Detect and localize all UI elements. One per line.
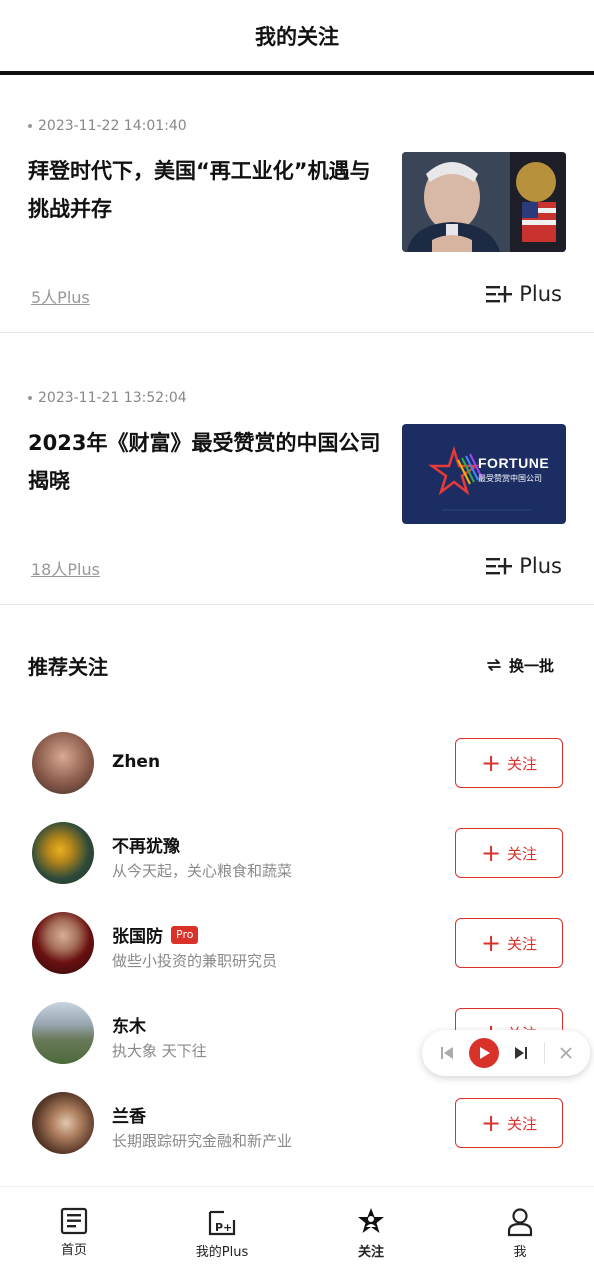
follow-button[interactable]: +关注 <box>455 828 563 878</box>
user-name[interactable]: Zhen <box>112 752 160 772</box>
article-timestamp: 2023-11-21 13:52:04 <box>28 390 187 406</box>
tab-label: 首页 <box>60 1243 87 1258</box>
follow-button[interactable]: +关注 <box>455 918 563 968</box>
user-desc: 长期跟踪研究金融和新产业 <box>112 1132 293 1150</box>
user-name[interactable]: 东木 <box>112 1012 146 1037</box>
user-name[interactable]: 张国防 Pro <box>112 922 199 947</box>
previous-button[interactable] <box>439 1045 455 1061</box>
page-title: 我的关注 <box>255 25 339 49</box>
player-divider <box>543 1042 545 1064</box>
article-thumbnail[interactable]: FORTUNE 最受赞赏中国公司 <box>402 424 566 524</box>
user-desc: 从今天起，关心粮食和蔬菜 <box>112 862 293 880</box>
article-title[interactable]: 拜登时代下，美国“再工业化”机遇与挑战并存 <box>28 152 388 228</box>
plus-icon: + <box>480 839 502 867</box>
news-icon <box>60 1207 88 1235</box>
next-button[interactable] <box>513 1045 529 1061</box>
tab-label: 关注 <box>357 1245 384 1260</box>
tab-my-plus[interactable]: P+ 我的Plus <box>172 1207 272 1260</box>
tab-me[interactable]: 我 <box>470 1207 570 1260</box>
close-player-button[interactable] <box>559 1046 573 1060</box>
close-icon <box>560 1047 572 1059</box>
avatar[interactable] <box>32 1092 94 1154</box>
star-person-icon <box>358 1208 384 1233</box>
plus-button[interactable]: Plus <box>485 282 562 306</box>
tab-label: 我 <box>513 1245 527 1260</box>
previous-icon <box>441 1047 454 1059</box>
tab-label: 我的Plus <box>195 1245 249 1260</box>
next-icon <box>515 1047 528 1059</box>
recommend-title: 推荐关注 <box>28 654 108 679</box>
plus-label: Plus <box>519 554 562 578</box>
plus-logo-icon <box>486 286 513 303</box>
list-item[interactable]: 张国防 Pro 做些小投资的兼职研究员 + 关注 <box>0 912 594 1002</box>
pro-badge: Pro <box>171 925 199 944</box>
article-thumbnail[interactable] <box>402 152 566 252</box>
recommend-header: 推荐关注 换一批 <box>28 640 566 690</box>
refresh-button[interactable]: 换一批 <box>485 655 554 676</box>
user-name[interactable]: 不再犹豫 <box>112 832 180 857</box>
bottom-tab-bar: 首页 P+ 我的Plus 关注 我 <box>0 1186 594 1280</box>
follow-button[interactable]: +关注 <box>455 738 563 788</box>
plus-logo-icon <box>486 558 513 575</box>
person-icon <box>507 1208 533 1237</box>
plus-button[interactable]: Plus <box>485 554 562 578</box>
svg-text:P+: P+ <box>215 1221 232 1234</box>
article-timestamp: 2023-11-22 14:01:40 <box>28 118 187 134</box>
article-title[interactable]: 2023年《财富》最受赞赏的中国公司揭晓 <box>28 424 388 500</box>
refresh-icon <box>487 659 501 671</box>
avatar[interactable] <box>32 732 94 794</box>
tab-home[interactable]: 首页 <box>24 1207 124 1258</box>
plus-label: Plus <box>519 282 562 306</box>
plus-doc-icon: P+ <box>208 1210 236 1236</box>
tab-following[interactable]: 关注 <box>321 1207 421 1260</box>
plus-icon: + <box>480 749 502 777</box>
follow-button[interactable]: +关注 <box>455 1098 563 1148</box>
avatar[interactable] <box>32 822 94 884</box>
list-item[interactable]: Zhen + 关注 <box>0 732 594 822</box>
user-name[interactable]: 兰香 <box>112 1102 146 1127</box>
plus-icon: + <box>480 1109 502 1137</box>
plus-icon: + <box>480 929 502 957</box>
user-desc: 执大象 天下往 <box>112 1042 207 1060</box>
header-divider <box>0 71 594 75</box>
list-item[interactable]: 兰香 长期跟踪研究金融和新产业 + 关注 <box>0 1092 594 1182</box>
play-icon <box>480 1047 491 1059</box>
avatar[interactable] <box>32 1002 94 1064</box>
plus-count-link[interactable]: 5人Plus <box>31 284 90 308</box>
audio-mini-player[interactable] <box>422 1030 590 1076</box>
thumbnail-brand: FORTUNE <box>478 455 550 471</box>
refresh-label: 换一批 <box>508 656 554 675</box>
user-desc: 做些小投资的兼职研究员 <box>112 952 278 970</box>
list-item[interactable]: 不再犹豫 从今天起，关心粮食和蔬菜 + 关注 <box>0 822 594 912</box>
avatar[interactable] <box>32 912 94 974</box>
thumbnail-subtitle: 最受赞赏中国公司 <box>478 474 542 483</box>
play-button[interactable] <box>469 1038 500 1068</box>
top-bar: 我的关注 <box>0 0 594 72</box>
article-card[interactable]: 2023-11-22 14:01:40 拜登时代下，美国“再工业化”机遇与挑战并… <box>0 82 594 333</box>
plus-count-link[interactable]: 18人Plus <box>31 556 100 580</box>
article-card[interactable]: 2023-11-21 13:52:04 2023年《财富》最受赞赏的中国公司揭晓… <box>0 354 594 605</box>
